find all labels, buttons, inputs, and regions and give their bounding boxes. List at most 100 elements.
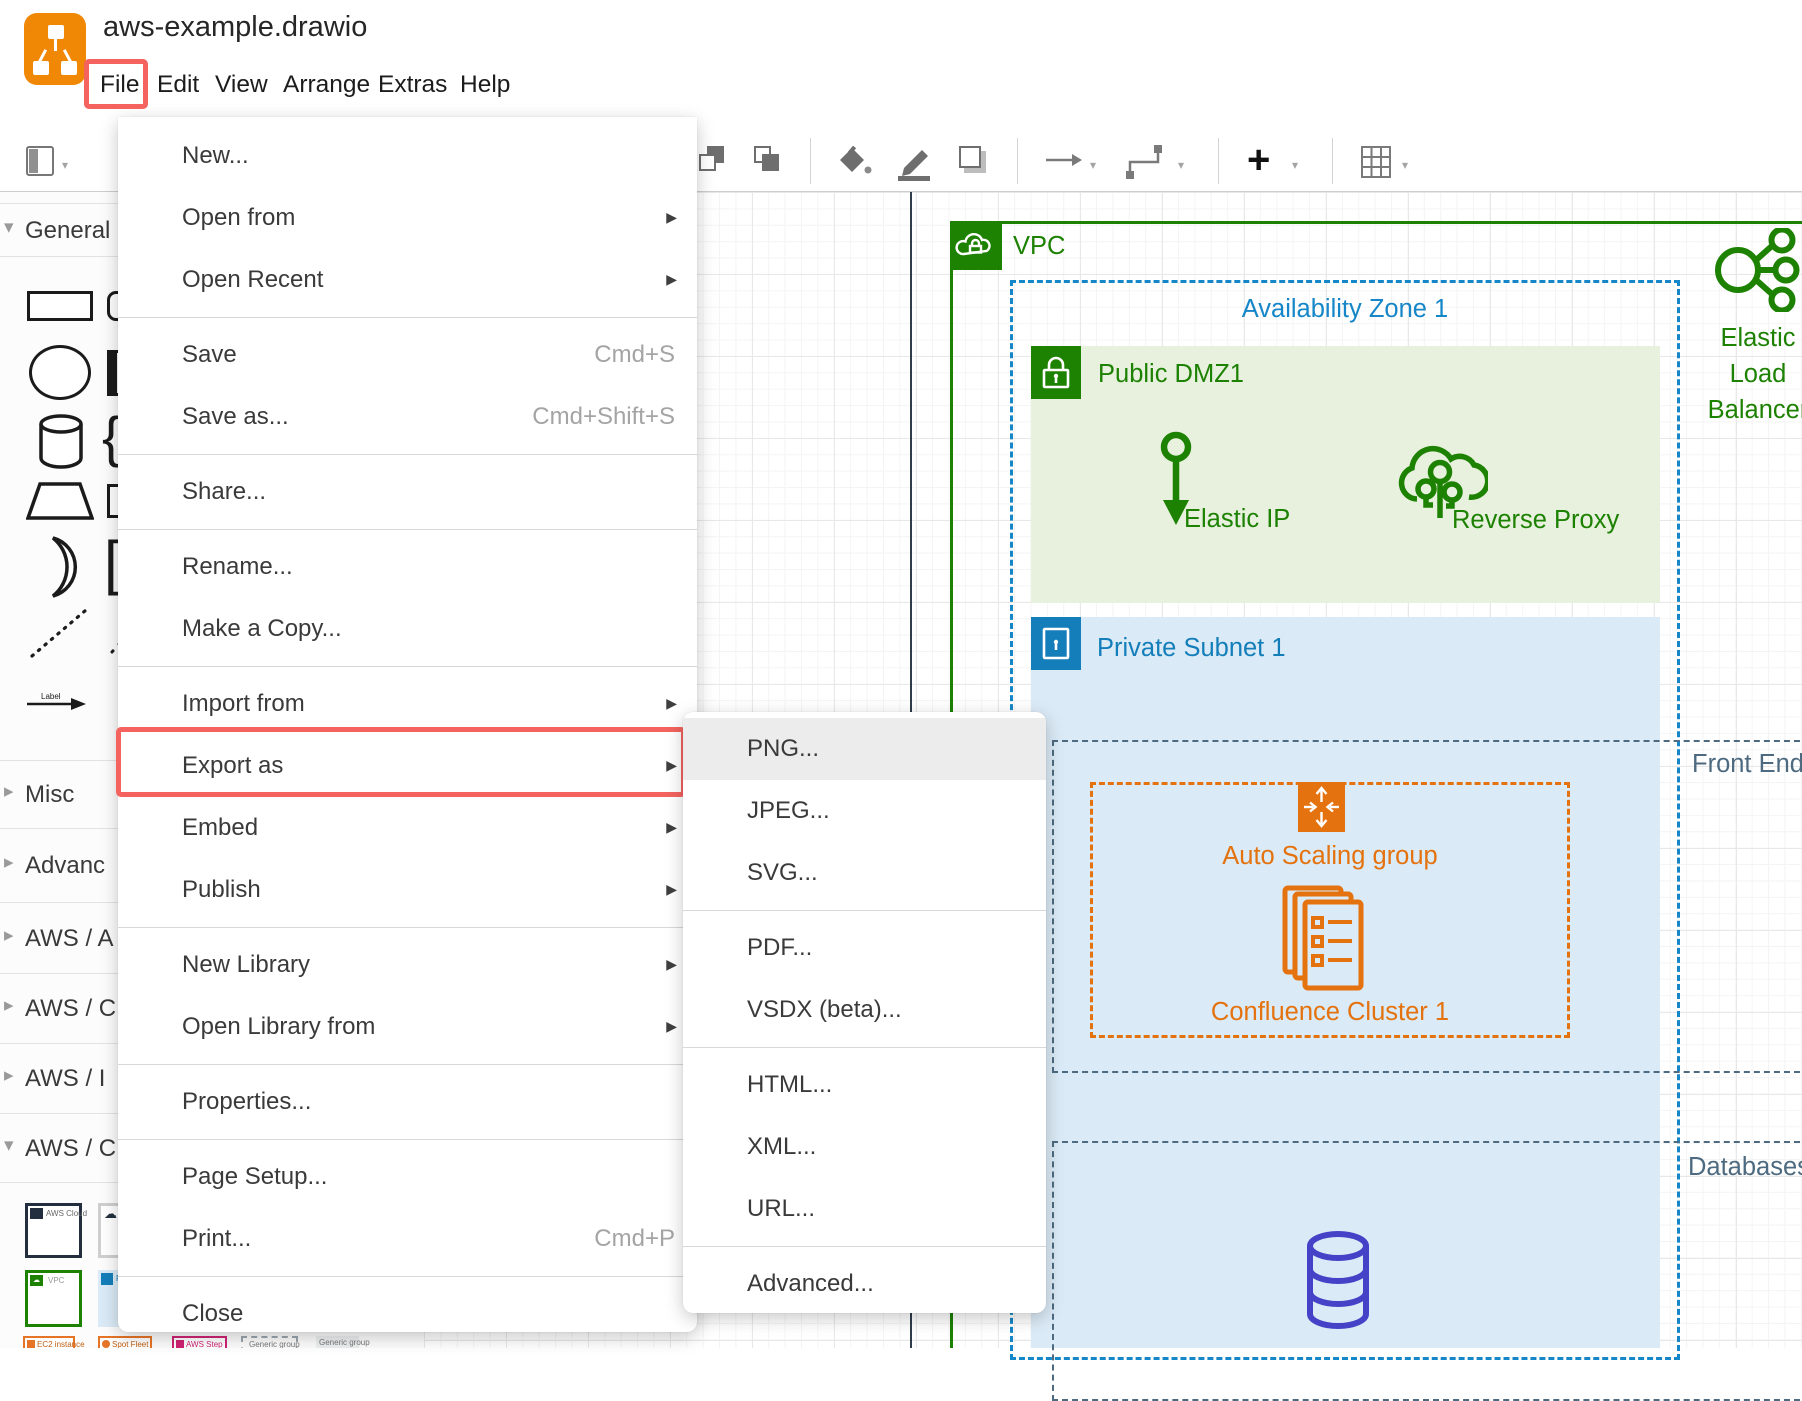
cloud-icon: ☁ xyxy=(104,1206,117,1222)
chevron-down-icon[interactable]: ▾ xyxy=(1292,158,1298,172)
vpc-cloud-icon[interactable] xyxy=(950,221,1002,270)
menu-item-rename[interactable]: Rename... xyxy=(118,536,697,598)
chevron-down-icon[interactable]: ▾ xyxy=(1178,158,1184,172)
menu-item-export-as[interactable]: Export as▶ xyxy=(118,735,697,797)
menu-item-new[interactable]: New... xyxy=(118,125,697,187)
menu-item-open-library-from[interactable]: Open Library from▶ xyxy=(118,996,697,1058)
submenu-arrow-icon: ▶ xyxy=(666,933,677,995)
table-button[interactable] xyxy=(1361,146,1391,178)
submenu-item-xml[interactable]: XML... xyxy=(683,1116,1046,1178)
chevron-down-icon: ▾ xyxy=(4,216,14,239)
menu-item-save[interactable]: SaveCmd+S xyxy=(118,324,697,386)
thumb-ec2-instance[interactable]: EC2 instance xyxy=(23,1336,75,1348)
front-end-label: Front End xyxy=(1692,750,1802,779)
menu-item-save-as[interactable]: Save as...Cmd+Shift+S xyxy=(118,386,697,448)
database-icon[interactable] xyxy=(1304,1230,1372,1332)
submenu-arrow-icon: ▶ xyxy=(666,995,677,1057)
shape-ellipse[interactable] xyxy=(29,345,91,400)
connection-button[interactable] xyxy=(1046,152,1082,168)
chevron-down-icon[interactable]: ▾ xyxy=(1402,158,1408,172)
public-subnet-lock-icon[interactable] xyxy=(1031,346,1081,399)
submenu-item-html[interactable]: HTML... xyxy=(683,1054,1046,1116)
menu-item-new-library[interactable]: New Library▶ xyxy=(118,934,697,996)
menu-divider xyxy=(683,904,1046,917)
menu-extras[interactable]: Extras xyxy=(378,68,447,102)
menu-divider xyxy=(118,523,697,536)
menu-divider xyxy=(683,1240,1046,1253)
submenu-item-svg[interactable]: SVG... xyxy=(683,842,1046,904)
private-subnet-lock-icon[interactable] xyxy=(1031,617,1081,670)
menu-item-import-from[interactable]: Import from▶ xyxy=(118,673,697,735)
confluence-cluster-icon[interactable] xyxy=(1282,885,1364,991)
menu-item-embed[interactable]: Embed▶ xyxy=(118,797,697,859)
shadow-button[interactable] xyxy=(959,146,981,168)
menu-divider xyxy=(118,1133,697,1146)
shape-trapezoid[interactable] xyxy=(26,482,94,520)
auto-scaling-group-label: Auto Scaling group xyxy=(1090,842,1570,871)
chevron-down-icon: ▾ xyxy=(4,1134,14,1157)
menu-file[interactable]: File xyxy=(100,68,139,102)
chevron-down-icon[interactable]: ▾ xyxy=(1090,158,1096,172)
submenu-item-jpeg[interactable]: JPEG... xyxy=(683,780,1046,842)
menu-item-share[interactable]: Share... xyxy=(118,461,697,523)
format-panel-button[interactable] xyxy=(26,146,54,176)
vpc-label: VPC xyxy=(1013,232,1065,261)
thumb-aws-cloud[interactable]: AWS Cloud xyxy=(25,1203,82,1258)
submenu-arrow-icon: ▶ xyxy=(666,734,677,796)
insert-button[interactable]: + xyxy=(1247,140,1270,180)
submenu-item-vsdx[interactable]: VSDX (beta)... xyxy=(683,979,1046,1041)
document-title[interactable]: aws-example.drawio xyxy=(103,11,367,44)
submenu-item-url[interactable]: URL... xyxy=(683,1178,1046,1240)
file-menu: New... Open from▶ Open Recent▶ SaveCmd+S… xyxy=(118,117,697,1332)
sidebar-section-label: General xyxy=(25,217,110,245)
submenu-item-pdf[interactable]: PDF... xyxy=(683,917,1046,979)
menu-item-open-from[interactable]: Open from▶ xyxy=(118,187,697,249)
shape-crescent[interactable] xyxy=(33,536,89,598)
submenu-item-png[interactable]: PNG... xyxy=(683,718,1046,780)
menu-item-open-recent[interactable]: Open Recent▶ xyxy=(118,249,697,311)
export-as-submenu: PNG... JPEG... SVG... PDF... VSDX (beta)… xyxy=(683,712,1046,1313)
submenu-arrow-icon: ▶ xyxy=(666,858,677,920)
menu-arrange[interactable]: Arrange xyxy=(283,68,370,102)
bring-forward-button[interactable] xyxy=(698,146,728,176)
shape-dashed-line[interactable] xyxy=(27,605,91,661)
submenu-arrow-icon: ▶ xyxy=(666,248,677,310)
menu-edit[interactable]: Edit xyxy=(157,68,199,102)
send-backward-button[interactable] xyxy=(753,146,783,176)
menu-divider xyxy=(118,1058,697,1071)
menu-divider xyxy=(118,921,697,934)
private-subnet-label: Private Subnet 1 xyxy=(1097,634,1286,663)
menu-divider xyxy=(118,660,697,673)
shape-cylinder[interactable] xyxy=(36,413,86,469)
thumb-spot-fleet[interactable]: Spot Fleet xyxy=(98,1336,152,1348)
waypoints-button[interactable] xyxy=(1126,144,1166,180)
vpc-border-top xyxy=(950,221,1802,224)
thumb-aws-step[interactable]: AWS Step xyxy=(172,1336,227,1348)
public-dmz-label: Public DMZ1 xyxy=(1098,360,1244,389)
thumb-generic-group-dashed[interactable]: Generic group xyxy=(241,1336,298,1348)
menu-item-properties[interactable]: Properties... xyxy=(118,1071,697,1133)
menu-divider xyxy=(118,448,697,461)
chevron-down-icon[interactable]: ▾ xyxy=(62,158,68,172)
menu-view[interactable]: View xyxy=(215,68,268,102)
chevron-right-icon: ▸ xyxy=(4,994,14,1017)
availability-zone-label: Availability Zone 1 xyxy=(1010,295,1680,324)
menu-item-close[interactable]: Close xyxy=(118,1283,697,1332)
elastic-load-balancer-icon[interactable] xyxy=(1712,228,1800,312)
menu-item-page-setup[interactable]: Page Setup... xyxy=(118,1146,697,1208)
submenu-item-advanced[interactable]: Advanced... xyxy=(683,1253,1046,1313)
shape-rectangle[interactable] xyxy=(27,291,93,321)
menu-help[interactable]: Help xyxy=(460,68,510,102)
menu-item-publish[interactable]: Publish▶ xyxy=(118,859,697,921)
menu-item-print[interactable]: Print...Cmd+P xyxy=(118,1208,697,1270)
thumb-generic-group-gray[interactable]: Generic group xyxy=(316,1336,359,1348)
shape-arrow-label[interactable]: Label xyxy=(26,690,90,712)
submenu-arrow-icon: ▶ xyxy=(666,796,677,858)
line-color-button[interactable] xyxy=(894,146,934,182)
auto-scaling-icon[interactable] xyxy=(1298,782,1345,832)
submenu-arrow-icon: ▶ xyxy=(666,186,677,248)
thumb-vpc[interactable]: ☁ VPC xyxy=(25,1270,82,1327)
toolbar-divider xyxy=(1218,138,1219,184)
menu-item-make-a-copy[interactable]: Make a Copy... xyxy=(118,598,697,660)
fill-color-button[interactable] xyxy=(838,146,874,180)
